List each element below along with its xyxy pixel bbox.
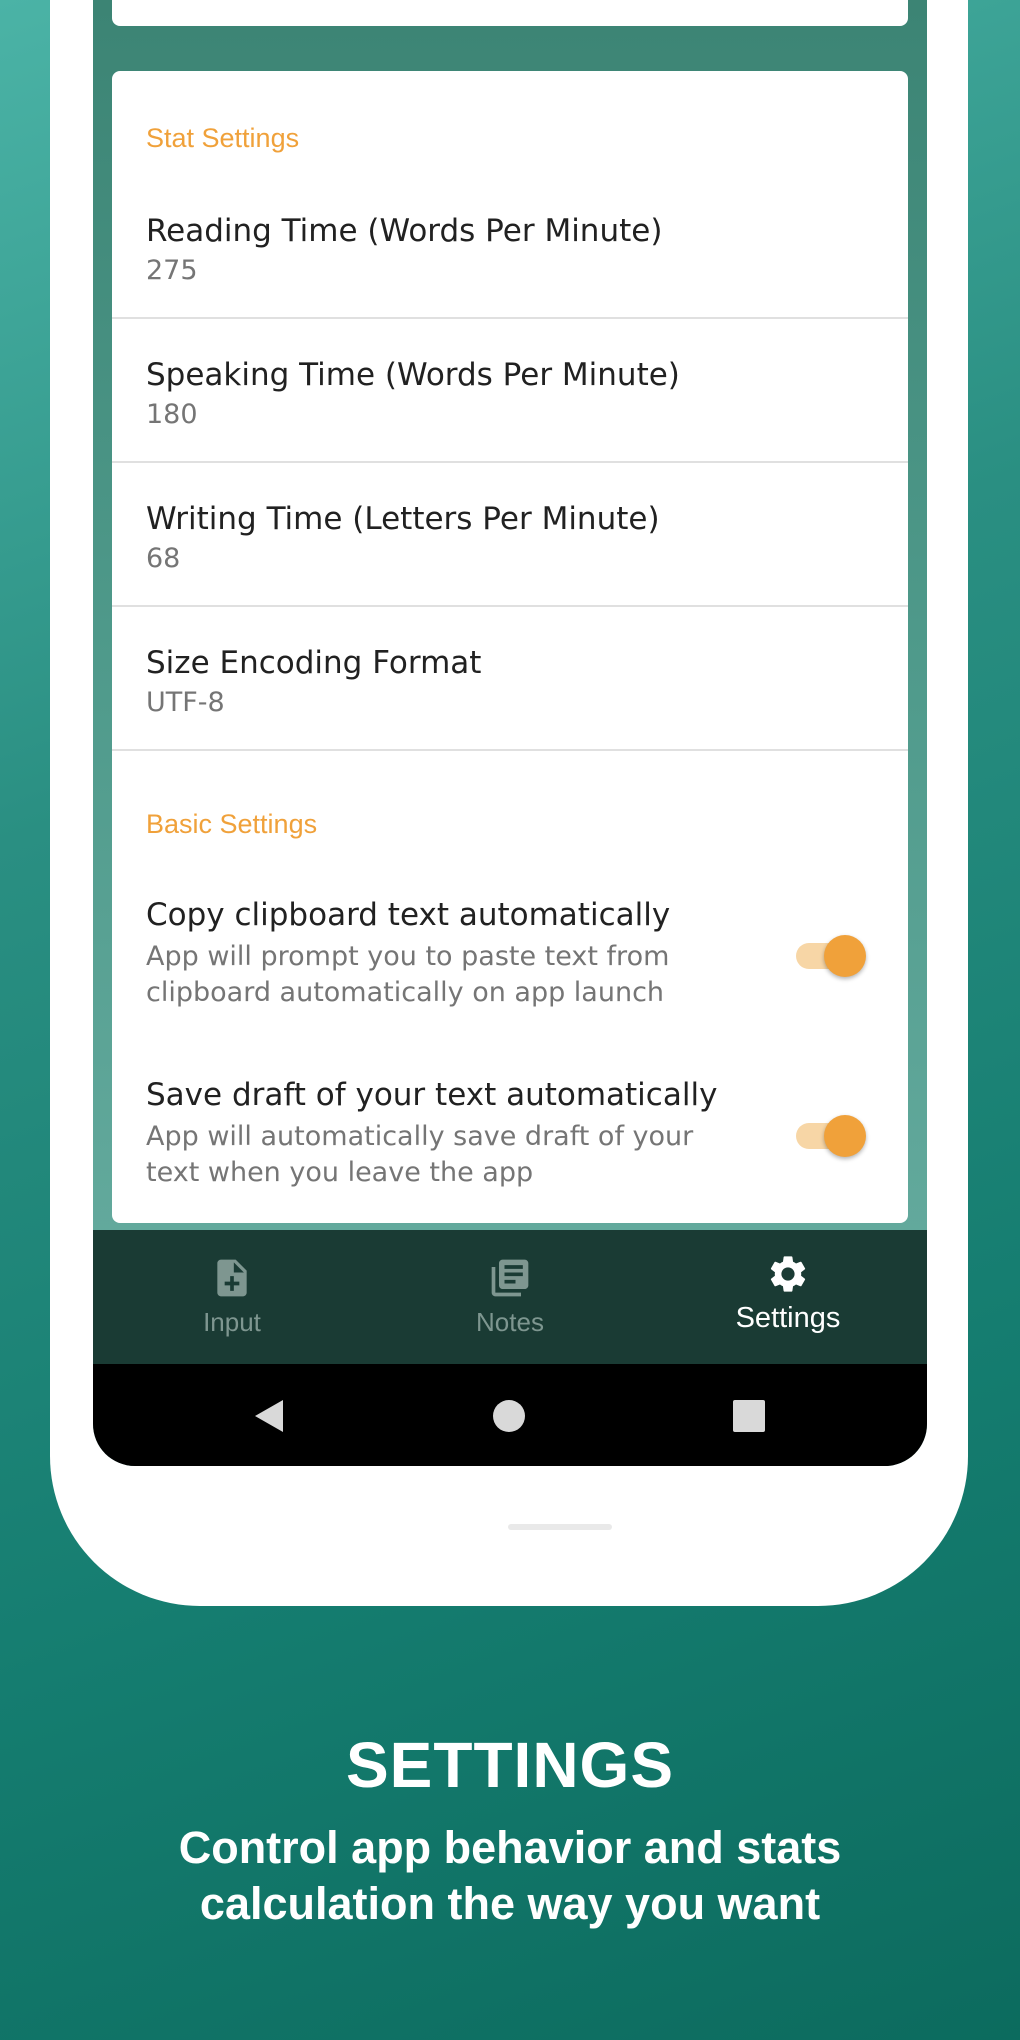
back-icon[interactable] — [249, 1396, 289, 1436]
copy-clipboard-toggle[interactable] — [796, 931, 866, 981]
phone-screen: Stat Settings Reading Time (Words Per Mi… — [93, 0, 927, 1466]
switch-title: Copy clipboard text automatically — [146, 897, 671, 933]
stat-settings-header: Stat Settings — [146, 123, 300, 153]
note-add-icon — [217, 1259, 247, 1297]
pref-reading-time[interactable]: Reading Time (Words Per Minute) 275 — [112, 175, 908, 319]
pref-copy-clipboard[interactable]: Copy clipboard text automatically App wi… — [112, 897, 908, 1057]
nav-item-notes[interactable]: Notes — [371, 1230, 649, 1364]
previous-card — [112, 0, 908, 26]
pref-title: Speaking Time (Words Per Minute) — [146, 357, 680, 393]
pref-save-draft[interactable]: Save draft of your text automatically Ap… — [112, 1077, 908, 1237]
promo-title: SETTINGS — [345, 1729, 675, 1801]
basic-settings-header: Basic Settings — [146, 809, 318, 839]
pref-speaking-time[interactable]: Speaking Time (Words Per Minute) 180 — [112, 319, 908, 463]
settings-card: Stat Settings Reading Time (Words Per Mi… — [112, 71, 908, 1223]
switch-summary: App will automatically save draft of you… — [146, 1121, 694, 1188]
nav-label: Notes — [476, 1307, 544, 1337]
pref-title: Size Encoding Format — [146, 645, 482, 681]
pref-title: Reading Time (Words Per Minute) — [146, 213, 663, 249]
pref-writing-time[interactable]: Writing Time (Letters Per Minute) 68 — [112, 463, 908, 607]
library-books-icon — [491, 1259, 529, 1297]
pref-value: 275 — [146, 255, 198, 286]
toggle-thumb — [824, 935, 866, 977]
save-draft-toggle[interactable] — [796, 1111, 866, 1161]
pref-title: Writing Time (Letters Per Minute) — [146, 501, 660, 537]
switch-title: Save draft of your text automatically — [146, 1077, 718, 1113]
nav-label: Input — [203, 1307, 261, 1337]
switch-summary: App will prompt you to paste text from c… — [146, 941, 670, 1008]
pref-value: UTF-8 — [146, 687, 225, 718]
bottom-navigation: Input Notes Settings — [93, 1230, 927, 1364]
home-icon[interactable] — [491, 1398, 527, 1434]
pref-value: 68 — [146, 543, 181, 574]
pref-size-encoding-format[interactable]: Size Encoding Format UTF-8 — [112, 607, 908, 751]
nav-label: Settings — [735, 1302, 841, 1334]
promo-subtitle: Control app behavior and stats calculati… — [178, 1822, 842, 1929]
pref-value: 180 — [146, 399, 198, 430]
recents-icon[interactable] — [733, 1400, 765, 1432]
nav-item-settings[interactable]: Settings — [649, 1230, 927, 1364]
gear-icon — [770, 1256, 806, 1292]
nav-item-input[interactable]: Input — [93, 1230, 371, 1364]
phone-speaker — [508, 1524, 612, 1530]
toggle-thumb — [824, 1115, 866, 1157]
system-navigation-bar — [93, 1364, 927, 1466]
